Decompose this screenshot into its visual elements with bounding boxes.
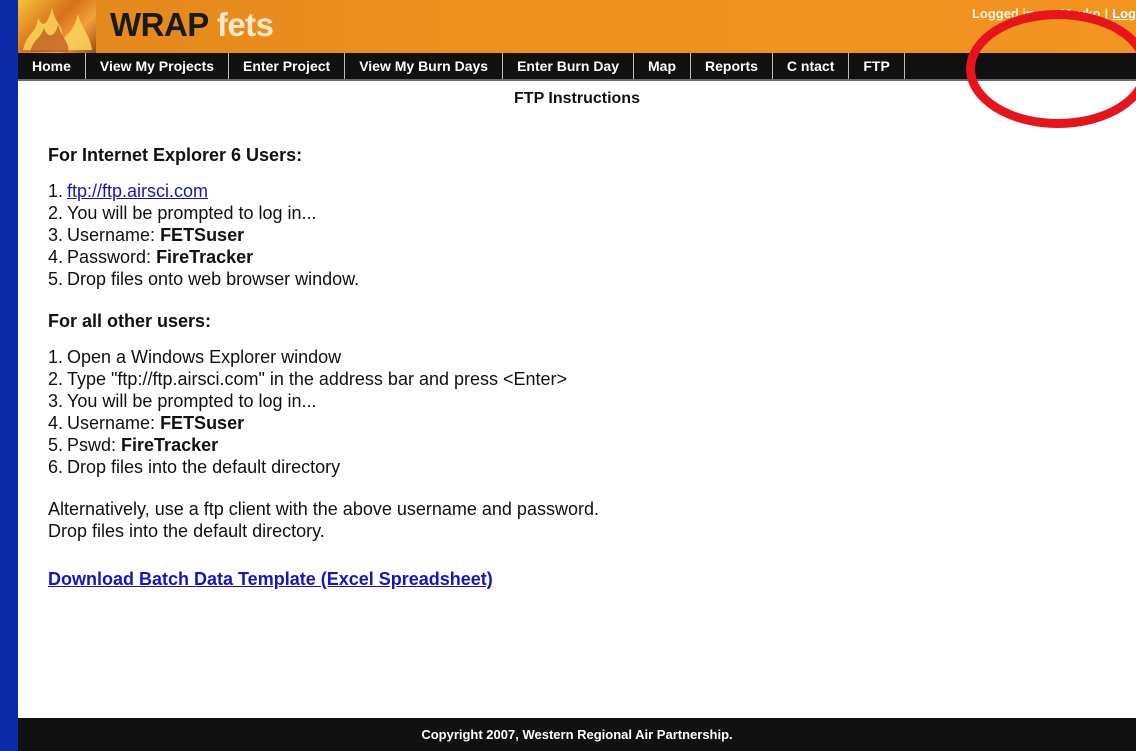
login-status: Logged in as: Mavko | Log — [972, 6, 1136, 22]
other-users-heading: For all other users: — [48, 311, 212, 331]
ie6-heading: For Internet Explorer 6 Users: — [48, 145, 303, 165]
username-value: FETSuser — [160, 413, 245, 433]
nav-map[interactable]: Map — [634, 53, 692, 79]
step-text: You will be prompted to log in... — [67, 391, 317, 411]
main-nav: Home View My Projects Enter Project View… — [18, 53, 1136, 81]
alternative-line-1: Alternatively, use a ftp client with the… — [48, 499, 599, 519]
password-value: FireTracker — [156, 247, 254, 267]
step-text: You will be prompted to log in... — [67, 203, 317, 223]
ie6-steps: 1. ftp://ftp.airsci.com 2. You will be pro… — [48, 180, 1108, 290]
nav-ftp[interactable]: FTP — [849, 53, 905, 79]
login-separator: | — [1104, 6, 1109, 21]
logo-wrap-text: WRAP — [110, 6, 209, 43]
list-item: 5. Drop files onto web browser window. — [48, 268, 1108, 290]
password-value: FireTracker — [121, 435, 219, 455]
main-content: For Internet Explorer 6 Users: 1. ftp://f… — [48, 144, 1108, 590]
step-number: 1. — [48, 347, 64, 367]
logo-fets-text: fets — [216, 6, 274, 43]
login-prefix: Logged in as: M — [971, 6, 1071, 21]
nav-enter-project[interactable]: Enter Project — [229, 53, 346, 79]
step-number: 1. — [48, 181, 64, 201]
download-template-link[interactable]: Download Batch Data Template (Excel Spre… — [48, 568, 493, 590]
step-number: 2. — [48, 203, 64, 223]
nav-reports[interactable]: Reports — [691, 53, 773, 79]
nav-contact[interactable]: C ntact — [773, 53, 850, 79]
step-number: 6. — [48, 457, 64, 477]
list-item: 4. Username: FETSuser — [48, 412, 1108, 434]
step-text: Pswd: — [67, 435, 122, 455]
site-header: WRAP fets Logged in as: Mavko | Log — [18, 0, 1136, 53]
step-number: 3. — [48, 225, 64, 245]
list-item: 4. Password: FireTracker — [48, 246, 1108, 268]
list-item: 5. Pswd: FireTracker — [48, 434, 1108, 456]
list-item: 1. Open a Windows Explorer window — [48, 346, 1108, 368]
nav-view-my-burn-days[interactable]: View My Burn Days — [345, 53, 504, 79]
alternative-line-2: Drop files into the default directory. — [48, 521, 325, 541]
login-username: avko — [1070, 6, 1101, 21]
ftp-link[interactable]: ftp://ftp.airsci.com — [67, 181, 208, 201]
step-text: Type "ftp://ftp.airsci.com" in the addre… — [67, 369, 568, 389]
flame-icon — [23, 8, 92, 52]
step-number: 4. — [48, 247, 64, 267]
username-value: FETSuser — [160, 225, 245, 245]
site-logo[interactable]: WRAP fets — [110, 5, 274, 45]
site-footer: Copyright 2007, Western Regional Air Par… — [18, 718, 1136, 751]
list-item: 1. ftp://ftp.airsci.com — [48, 180, 1108, 202]
nav-enter-burn-day[interactable]: Enter Burn Day — [503, 53, 635, 79]
fire-logo-image — [18, 0, 96, 53]
page-frame: WRAP fets Logged in as: Mavko | Log Home Vi… — [18, 0, 1136, 751]
other-users-steps: 1. Open a Windows Explorer window 2. Type … — [48, 346, 1108, 478]
step-text: Username: — [67, 225, 161, 245]
step-text: Open a Windows Explorer window — [67, 347, 342, 367]
step-number: 3. — [48, 391, 64, 411]
step-number: 5. — [48, 435, 64, 455]
nav-home[interactable]: Home — [18, 53, 86, 79]
step-number: 5. — [48, 269, 64, 289]
step-text: Drop files into the default directory — [67, 457, 341, 477]
page-title: FTP Instructions — [514, 90, 640, 107]
step-text: Drop files onto web browser window. — [67, 269, 360, 289]
list-item: 3. Username: FETSuser — [48, 224, 1108, 246]
list-item: 6. Drop files into the default directory — [48, 456, 1108, 478]
alternative-instructions: Alternatively, use a ftp client with the… — [48, 498, 1108, 542]
list-item: 2. Type "ftp://ftp.airsci.com" in the add… — [48, 368, 1108, 390]
nav-view-my-projects[interactable]: View My Projects — [86, 53, 230, 79]
step-number: 4. — [48, 413, 64, 433]
list-item: 2. You will be prompted to log in... — [48, 202, 1108, 224]
step-text: Password: — [67, 247, 157, 267]
list-item: 3. You will be prompted to log in... — [48, 390, 1108, 412]
logout-link[interactable]: Log — [1112, 6, 1136, 21]
step-text: Username: — [67, 413, 161, 433]
step-number: 2. — [48, 369, 64, 389]
